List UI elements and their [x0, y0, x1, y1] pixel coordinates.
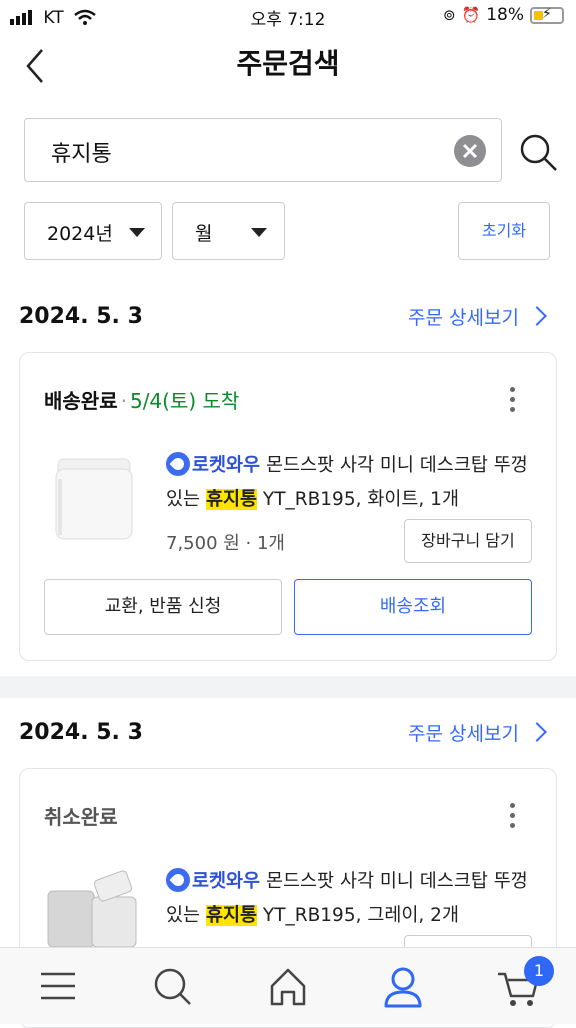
battery-percent: 18%	[486, 5, 524, 25]
home-button[interactable]	[263, 962, 313, 1012]
trash-can-white-image	[55, 458, 133, 540]
alarm-icon: ⏰	[461, 6, 481, 24]
order-detail-link[interactable]: 주문 상세보기	[408, 719, 519, 746]
status-bar: KT 오후 7:12 ⊚ ⏰ 18% ⚡	[0, 0, 576, 34]
product-option-text: YT_RB195, 그레이, 2개	[262, 905, 459, 926]
clear-search-button[interactable]	[454, 135, 486, 167]
order-date: 2024. 5. 3	[19, 304, 143, 329]
user-icon	[384, 967, 422, 1008]
month-select[interactable]: 월	[172, 202, 285, 260]
year-select[interactable]: 2024년	[24, 202, 162, 260]
product-name[interactable]: 로켓와우 몬드스팟 사각 미니 데스크탑 뚜껑있는 휴지통 YT_RB195, …	[166, 449, 536, 517]
product-option-text: YT_RB195, 화이트, 1개	[262, 489, 459, 510]
status-label: 취소완료	[44, 805, 118, 829]
dropdown-triangle-icon	[251, 228, 267, 237]
search-value: 휴지통	[51, 142, 112, 167]
status-right: ⊚ ⏰ 18% ⚡	[443, 5, 564, 25]
search-icon	[520, 134, 557, 171]
dropdown-triangle-icon	[129, 228, 145, 237]
menu-button[interactable]	[33, 962, 83, 1012]
battery-icon: ⚡	[530, 6, 564, 24]
section-divider	[0, 676, 576, 698]
add-to-cart-button[interactable]: 장바구니 담기	[404, 519, 532, 563]
delivery-status: 취소완료	[44, 801, 118, 830]
track-delivery-button[interactable]: 배송조회	[294, 579, 532, 635]
chevron-right-icon	[527, 722, 547, 742]
rocket-wow-badge: 로켓와우	[192, 871, 261, 892]
nav-search-button[interactable]	[148, 962, 198, 1012]
status-label: 배송완료	[44, 389, 118, 413]
bottom-nav	[0, 947, 576, 1024]
product-name[interactable]: 로켓와우 몬드스팟 사각 미니 데스크탑 뚜껑있는 휴지통 YT_RB195, …	[166, 865, 536, 933]
rocket-icon	[166, 868, 190, 892]
menu-icon	[41, 972, 75, 1000]
search-highlight: 휴지통	[205, 905, 257, 926]
chevron-right-icon	[527, 306, 547, 326]
my-page-button[interactable]	[378, 962, 428, 1012]
search-button[interactable]	[516, 130, 560, 174]
product-price: 7,500 원 · 1개	[166, 533, 285, 554]
year-value: 2024년	[47, 223, 113, 245]
order-date: 2024. 5. 3	[19, 720, 143, 745]
page-title: 주문검색	[236, 47, 340, 80]
more-options-button[interactable]	[510, 803, 516, 833]
rocket-icon	[166, 452, 190, 476]
clear-icon	[462, 143, 478, 159]
search-highlight: 휴지통	[205, 489, 257, 510]
reset-button[interactable]: 초기화	[458, 202, 550, 260]
rocket-wow-badge: 로켓와우	[192, 455, 261, 476]
product-image[interactable]	[44, 861, 144, 961]
trash-can-gray-image	[47, 870, 137, 948]
more-options-button[interactable]	[510, 387, 516, 417]
return-request-button[interactable]: 교환, 반품 신청	[44, 579, 282, 635]
search-input[interactable]: 휴지통	[24, 118, 502, 182]
search-icon	[154, 968, 191, 1005]
cart-count-badge: 1	[524, 956, 554, 986]
month-value: 월	[195, 223, 213, 245]
home-icon	[270, 968, 306, 1006]
order-card: 배송완료 · 5/4(토) 도착 로켓와우 몬드스팟 사각 미니 데스크탑 뚜껑있는…	[19, 352, 557, 661]
delivery-status: 배송완료 · 5/4(토) 도착	[44, 389, 240, 413]
order-detail-link[interactable]: 주문 상세보기	[408, 303, 519, 330]
product-image[interactable]	[44, 445, 144, 545]
arrival-date: 5/4(토) 도착	[129, 389, 240, 413]
orientation-lock-icon: ⊚	[442, 6, 456, 24]
